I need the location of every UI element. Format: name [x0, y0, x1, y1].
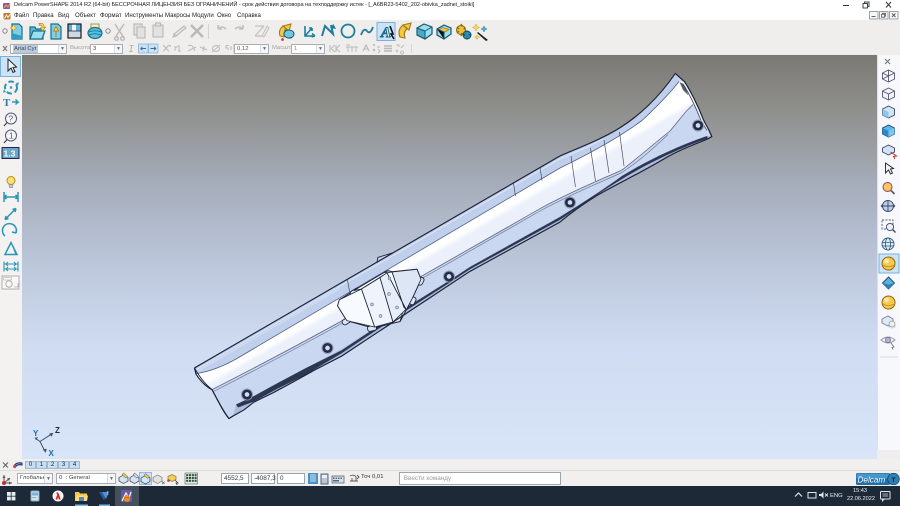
svg-text:Z: Z [55, 426, 60, 435]
svg-text:?: ? [8, 114, 13, 124]
svg-text:T: T [3, 97, 11, 109]
svg-text:A: A [380, 25, 391, 41]
svg-text:Delcam: Delcam [858, 476, 886, 485]
svg-text:1: 1 [9, 131, 14, 141]
svg-text:Y: Y [33, 429, 39, 438]
svg-text:1.3: 1.3 [4, 149, 16, 159]
svg-text:X: X [49, 449, 55, 458]
